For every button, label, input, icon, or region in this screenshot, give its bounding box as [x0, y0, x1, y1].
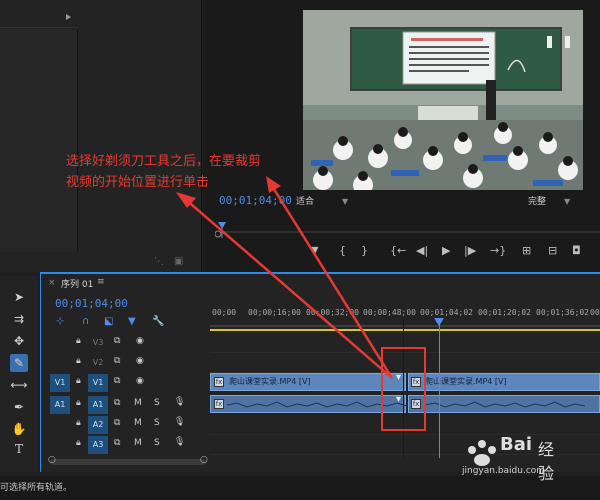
- watermark-brand-left: Bai: [500, 434, 533, 455]
- watermark-url: jingyan.baidu.com: [462, 466, 546, 476]
- watermark-brand-right: 经验: [538, 440, 555, 483]
- baidu-jingyan-watermark: Bai 经验 jingyan.baidu.com: [462, 434, 562, 483]
- annotation-arrows: [176, 176, 394, 379]
